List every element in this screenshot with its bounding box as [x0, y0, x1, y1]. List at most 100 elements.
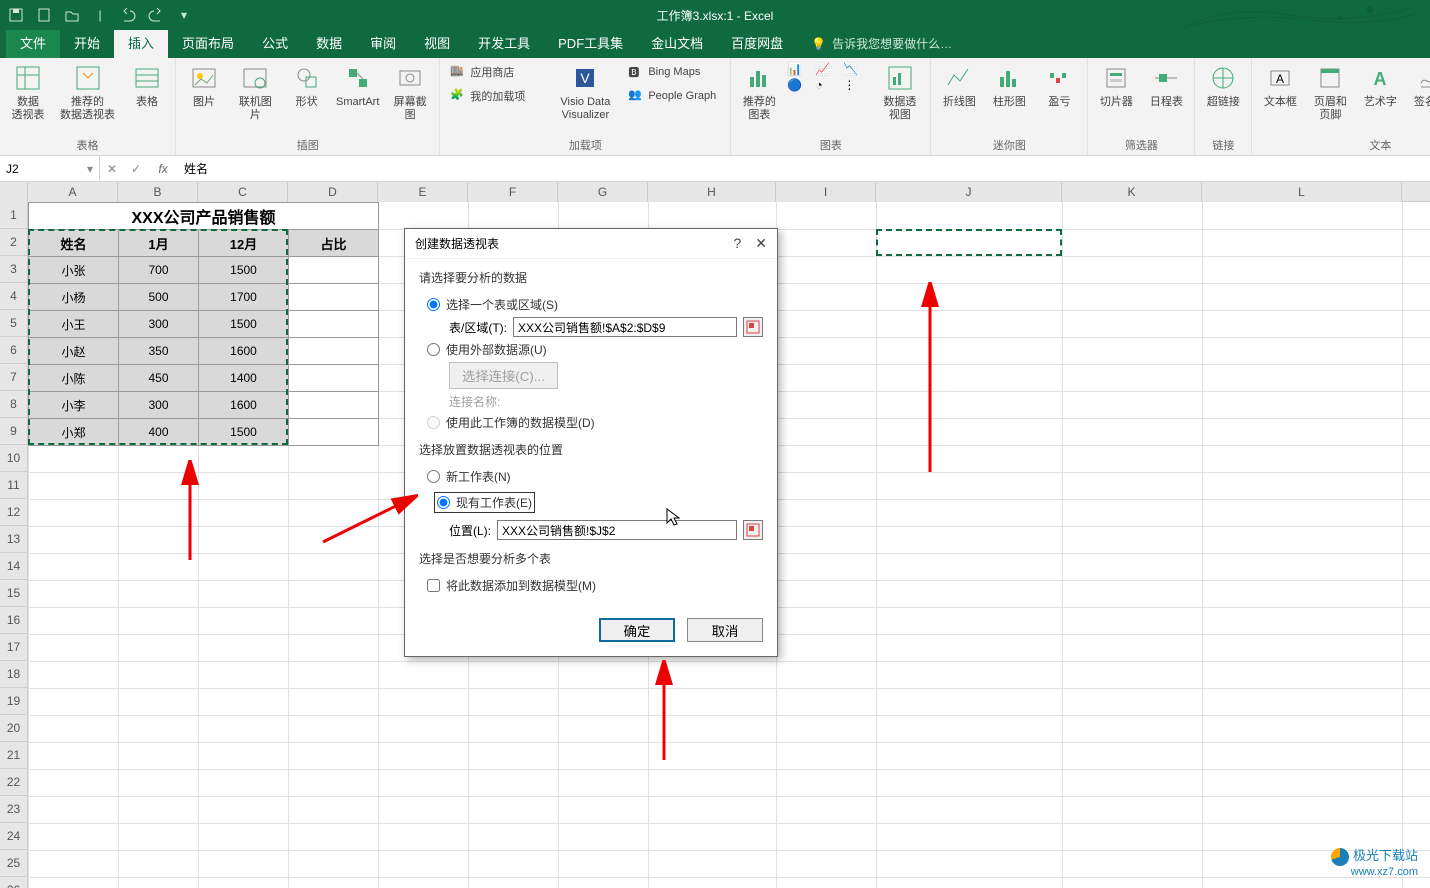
- wordart-button[interactable]: A艺术字: [1358, 62, 1402, 111]
- fx-icon[interactable]: fx: [148, 162, 178, 176]
- column-header[interactable]: H: [648, 182, 776, 202]
- slicer-button[interactable]: 切片器: [1094, 62, 1138, 111]
- new-icon[interactable]: [34, 5, 54, 25]
- checkbox-add-model[interactable]: 将此数据添加到数据模型(M): [427, 577, 763, 594]
- tab-formula[interactable]: 公式: [248, 27, 302, 58]
- tab-insert[interactable]: 插入: [114, 27, 168, 58]
- tab-jinshan[interactable]: 金山文档: [637, 27, 717, 58]
- cancel-button[interactable]: 取消: [687, 618, 763, 642]
- online-picture-button[interactable]: 联机图片: [232, 62, 279, 124]
- picture-button[interactable]: 图片: [182, 62, 226, 111]
- slicer-icon: [1102, 64, 1130, 92]
- column-header[interactable]: B: [118, 182, 198, 202]
- location-input[interactable]: [497, 520, 737, 540]
- column-header[interactable]: C: [198, 182, 288, 202]
- undo-icon[interactable]: [118, 5, 138, 25]
- textbox-button[interactable]: A文本框: [1258, 62, 1302, 111]
- radio-existing-sheet[interactable]: 现有工作表(E): [435, 493, 534, 512]
- radio-select-range[interactable]: 选择一个表或区域(S): [427, 296, 763, 313]
- quick-access-toolbar: | ▾: [6, 5, 194, 25]
- pivot-chart-button[interactable]: 数据透视图: [875, 62, 924, 124]
- signature-line-button[interactable]: 签名行: [1408, 62, 1430, 111]
- column-header[interactable]: A: [28, 182, 118, 202]
- choose-connection-button: 选择连接(C)...: [449, 362, 558, 389]
- column-header[interactable]: L: [1202, 182, 1402, 202]
- connection-name-label: 连接名称:: [449, 393, 763, 410]
- redo-icon[interactable]: [146, 5, 166, 25]
- open-icon[interactable]: [62, 5, 82, 25]
- formula-bar: J2▾ ✕ ✓ fx: [0, 156, 1430, 182]
- chart-gallery-icon[interactable]: 🔵: [787, 78, 813, 92]
- smartart-icon: [344, 64, 372, 92]
- radio-new-sheet[interactable]: 新工作表(N): [427, 468, 763, 485]
- close-icon[interactable]: ✕: [755, 235, 767, 252]
- chart-gallery-icon[interactable]: 📊: [787, 62, 813, 76]
- bing-icon: 🅱: [628, 64, 644, 80]
- chart-gallery-icon[interactable]: 📈: [815, 62, 841, 76]
- separator-icon: |: [90, 5, 110, 25]
- hyperlink-button[interactable]: 超链接: [1201, 62, 1245, 111]
- picture-icon: [190, 64, 218, 92]
- tab-layout[interactable]: 页面布局: [168, 27, 248, 58]
- cancel-formula-icon[interactable]: ✕: [100, 162, 124, 176]
- my-addins-button[interactable]: 🧩我的加载项: [446, 86, 546, 106]
- chart-gallery-icon[interactable]: ⋮: [843, 78, 869, 92]
- range-input[interactable]: [513, 317, 737, 337]
- tab-dev[interactable]: 开发工具: [464, 27, 544, 58]
- tab-data[interactable]: 数据: [302, 27, 356, 58]
- pivot-table-button[interactable]: 数据 透视表: [6, 62, 50, 124]
- tab-file[interactable]: 文件: [6, 27, 60, 58]
- sparkline-winloss-button[interactable]: 盈亏: [1037, 62, 1081, 111]
- visio-button[interactable]: VVisio Data Visualizer: [556, 62, 614, 124]
- tab-baidu[interactable]: 百度网盘: [717, 27, 797, 58]
- sparkline-line-button[interactable]: 折线图: [937, 62, 981, 111]
- group-label-filters: 筛选器: [1125, 135, 1158, 153]
- screenshot-button[interactable]: 屏幕截图: [387, 62, 434, 124]
- chart-gallery-icon[interactable]: ◔: [815, 78, 841, 92]
- name-box[interactable]: J2▾: [0, 156, 100, 181]
- range-picker-icon[interactable]: [743, 317, 763, 337]
- column-header[interactable]: G: [558, 182, 648, 202]
- shapes-button[interactable]: 形状: [285, 62, 329, 111]
- sparkline-column-button[interactable]: 柱形图: [987, 62, 1031, 111]
- recommended-charts-button[interactable]: 推荐的 图表: [737, 62, 781, 124]
- ribbon-group-tables: 数据 透视表 推荐的 数据透视表 表格 表格: [0, 58, 176, 155]
- column-header[interactable]: E: [378, 182, 468, 202]
- save-icon[interactable]: [6, 5, 26, 25]
- smartart-button[interactable]: SmartArt: [335, 62, 381, 111]
- enter-formula-icon[interactable]: ✓: [124, 162, 148, 176]
- radio-external-source[interactable]: 使用外部数据源(U): [427, 341, 763, 358]
- header-footer-button[interactable]: 页眉和页脚: [1308, 62, 1352, 124]
- group-label-links: 链接: [1212, 135, 1234, 153]
- ok-button[interactable]: 确定: [599, 618, 675, 642]
- title-bar: | ▾ 工作簿3.xlsx:1 - Excel: [0, 0, 1430, 30]
- column-header[interactable]: D: [288, 182, 378, 202]
- chart-gallery-icon[interactable]: 📉: [843, 62, 869, 76]
- dialog-section-multi: 选择是否想要分析多个表: [419, 550, 763, 567]
- tab-review[interactable]: 审阅: [356, 27, 410, 58]
- column-header[interactable]: K: [1062, 182, 1202, 202]
- timeline-button[interactable]: 日程表: [1144, 62, 1188, 111]
- watermark: 极光下载站 www.xz7.com: [1331, 845, 1418, 878]
- tab-pdf[interactable]: PDF工具集: [544, 27, 637, 58]
- formula-input[interactable]: [178, 162, 1430, 176]
- table-button[interactable]: 表格: [125, 62, 169, 111]
- column-header[interactable]: I: [776, 182, 876, 202]
- app-store-button[interactable]: 🏬应用商店: [446, 62, 546, 82]
- recommended-pivot-button[interactable]: 推荐的 数据透视表: [56, 62, 119, 124]
- tab-home[interactable]: 开始: [60, 27, 114, 58]
- group-label-sparklines: 迷你图: [993, 135, 1026, 153]
- tab-view[interactable]: 视图: [410, 27, 464, 58]
- help-icon[interactable]: ?: [733, 235, 741, 252]
- column-header[interactable]: F: [468, 182, 558, 202]
- location-picker-icon[interactable]: [743, 520, 763, 540]
- watermark-logo-icon: [1331, 848, 1349, 866]
- people-graph-button[interactable]: 👥People Graph: [624, 86, 724, 106]
- link-icon: [1209, 64, 1237, 92]
- qat-dropdown-icon[interactable]: ▾: [174, 5, 194, 25]
- screenshot-icon: [396, 64, 424, 92]
- column-header[interactable]: J: [876, 182, 1062, 202]
- bing-maps-button[interactable]: 🅱Bing Maps: [624, 62, 724, 82]
- sparkline-winloss-icon: [1045, 64, 1073, 92]
- tell-me[interactable]: 💡告诉我您想要做什么…: [797, 29, 966, 58]
